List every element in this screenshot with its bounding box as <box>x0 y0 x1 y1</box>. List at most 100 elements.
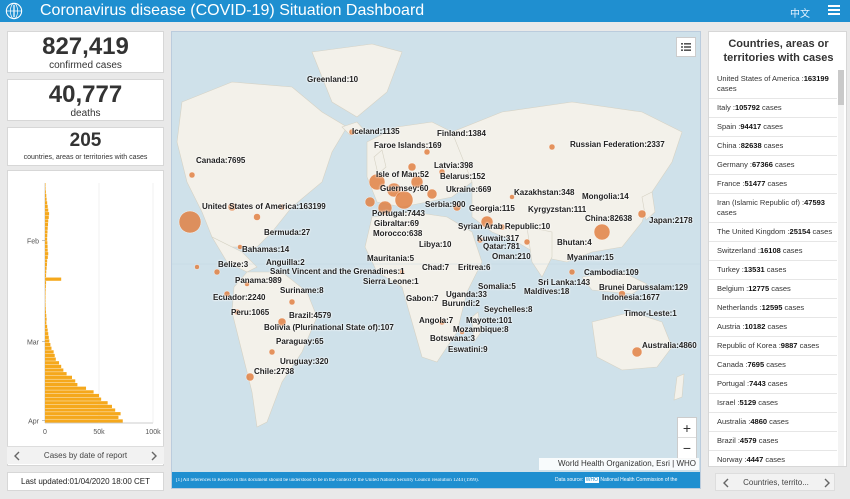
country-list-item[interactable]: The United Kingdom :25154 cases <box>709 223 837 242</box>
chart-bar[interactable] <box>45 364 62 369</box>
country-list-item[interactable]: Austria :10182 cases <box>709 318 837 337</box>
chart-bar[interactable] <box>45 215 49 219</box>
world-map[interactable]: Greenland:10 Iceland:1135 Finland:1384 Faro… <box>171 31 701 489</box>
chart-bar[interactable] <box>45 383 78 387</box>
map-legend-button[interactable] <box>676 37 696 57</box>
country-list-item[interactable]: France :51477 cases <box>709 175 837 194</box>
chart-bar[interactable] <box>45 281 47 285</box>
chart-bar[interactable] <box>45 270 47 274</box>
chart-bar[interactable] <box>45 259 48 263</box>
country-list-item[interactable]: Australia :4860 cases <box>709 413 837 432</box>
chart-bar[interactable] <box>45 295 46 299</box>
chart-bar[interactable] <box>45 197 47 201</box>
chart-bar[interactable] <box>45 204 48 209</box>
chart-bar[interactable] <box>45 255 48 259</box>
chart-bar[interactable] <box>45 397 102 401</box>
chart-bar[interactable] <box>45 273 47 278</box>
country-list-item[interactable]: Italy :105792 cases <box>709 99 837 118</box>
country-list-item[interactable]: Belgium :12775 cases <box>709 280 837 299</box>
chart-bar[interactable] <box>45 263 47 267</box>
chart-bar[interactable] <box>45 277 62 281</box>
country-list-item[interactable]: Norway :4447 cases <box>709 451 837 466</box>
chart-bar[interactable] <box>45 386 87 390</box>
chart-bar[interactable] <box>45 233 48 238</box>
chart-bar[interactable] <box>45 241 48 245</box>
chart-bar[interactable] <box>45 350 54 354</box>
chart-bar[interactable] <box>45 415 119 419</box>
chart-bar[interactable] <box>45 303 46 307</box>
chart-bar[interactable] <box>45 212 50 216</box>
cases-suffix: cases <box>767 417 789 426</box>
country-list-item[interactable]: Republic of Korea :9887 cases <box>709 337 837 356</box>
country-list-item[interactable]: Israel :5129 cases <box>709 394 837 413</box>
zoom-in-button[interactable]: + <box>678 418 696 438</box>
chart-bar[interactable] <box>45 306 46 310</box>
chart-bar[interactable] <box>45 244 48 249</box>
chart-bar[interactable] <box>45 357 56 361</box>
map-country-label: Uganda:33 <box>446 290 487 299</box>
chart-bar[interactable] <box>45 324 48 329</box>
chart-bar[interactable] <box>45 186 46 190</box>
chart-bar[interactable] <box>45 266 47 270</box>
chart-bar[interactable] <box>45 310 46 314</box>
chart-bar[interactable] <box>45 201 48 205</box>
scrollbar-thumb[interactable] <box>838 70 844 105</box>
chart-bar[interactable] <box>45 284 46 289</box>
chevron-right-icon[interactable] <box>150 451 158 461</box>
chart-bar[interactable] <box>45 328 48 332</box>
country-name: Brazil : <box>717 436 740 445</box>
country-list-scrollbar[interactable] <box>838 70 844 466</box>
chart-bar[interactable] <box>45 346 52 350</box>
chart-bar[interactable] <box>45 223 49 227</box>
chart-bar[interactable] <box>45 361 60 365</box>
chart-bar[interactable] <box>45 237 48 241</box>
chart-bar[interactable] <box>45 404 112 409</box>
chart-bar[interactable] <box>45 390 94 394</box>
chart-bar[interactable] <box>45 339 50 343</box>
chart-bar[interactable] <box>45 401 108 405</box>
chart-bar[interactable] <box>45 408 116 412</box>
country-list-item[interactable]: Iran (Islamic Republic of) :47593 cases <box>709 194 837 223</box>
country-list-item[interactable]: Switzerland :16108 cases <box>709 242 837 261</box>
chart-bar[interactable] <box>45 288 46 292</box>
chart-bar[interactable] <box>45 252 49 256</box>
country-list-item[interactable]: Canada :7695 cases <box>709 356 837 375</box>
country-list-item[interactable]: China :82638 cases <box>709 137 837 156</box>
country-list-item[interactable]: Portugal :7443 cases <box>709 375 837 394</box>
chart-bar[interactable] <box>45 379 76 383</box>
chart-bar[interactable] <box>45 368 64 372</box>
chart-bar[interactable] <box>45 226 48 230</box>
chart-bar[interactable] <box>45 321 47 325</box>
chart-bar[interactable] <box>45 299 46 303</box>
country-list-item[interactable]: Netherlands :12595 cases <box>709 299 837 318</box>
chart-bar[interactable] <box>45 183 46 187</box>
country-list-item[interactable]: Germany :67366 cases <box>709 156 837 175</box>
chart-bar[interactable] <box>45 372 67 376</box>
hamburger-menu-icon[interactable] <box>826 2 842 18</box>
chart-bar[interactable] <box>45 190 46 194</box>
country-list-item[interactable]: Turkey :13531 cases <box>709 261 837 280</box>
chart-bar[interactable] <box>45 419 123 423</box>
zoom-out-button[interactable]: − <box>678 438 696 458</box>
chart-bar[interactable] <box>45 332 49 336</box>
chart-bar[interactable] <box>45 393 99 398</box>
language-switch[interactable]: 中文 <box>790 5 810 20</box>
chart-bar[interactable] <box>45 219 49 223</box>
chart-bar[interactable] <box>45 313 47 318</box>
country-list-item[interactable]: United States of America :163199 cases <box>709 70 837 99</box>
chevron-right-icon[interactable] <box>823 478 831 488</box>
chart-bar[interactable] <box>45 248 48 252</box>
country-list-item[interactable]: Brazil :4579 cases <box>709 432 837 451</box>
chart-bar[interactable] <box>45 208 49 212</box>
chart-bar[interactable] <box>45 335 49 339</box>
chart-bar[interactable] <box>45 412 121 416</box>
chart-bar[interactable] <box>45 343 51 347</box>
chart-bar[interactable] <box>45 193 47 198</box>
chart-bar[interactable] <box>45 230 48 234</box>
chart-bar[interactable] <box>45 292 46 296</box>
country-list[interactable]: United States of America :163199 cases It… <box>709 70 837 466</box>
chart-bar[interactable] <box>45 375 72 379</box>
chart-bar[interactable] <box>45 353 55 358</box>
country-list-item[interactable]: Spain :94417 cases <box>709 118 837 137</box>
chart-bar[interactable] <box>45 317 47 321</box>
